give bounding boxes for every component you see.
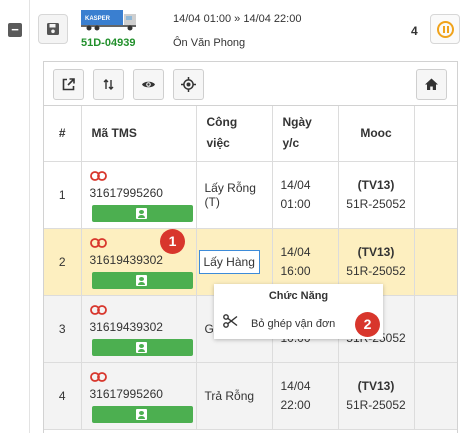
home-button[interactable] <box>416 69 447 100</box>
unlink-bill-label: Bỏ ghép vận đơn <box>251 318 336 330</box>
date-day: 14/04 <box>280 378 311 393</box>
extra-cell <box>414 161 457 229</box>
tms-cell: 31619439302 <box>81 295 197 363</box>
table-header-row: # Mã TMS Công việc Ngày y/c Mooc <box>44 106 457 162</box>
link-icon[interactable] <box>89 237 107 248</box>
target-icon <box>181 77 196 92</box>
driver-card-icon <box>135 207 147 219</box>
mooc-plate: 51R-25052 <box>346 196 406 211</box>
table-row[interactable]: 4 31617995260 Trả Rỗng 14/04 22:00 (TV13)… <box>44 362 457 430</box>
collapse-icon[interactable]: − <box>8 23 22 37</box>
tms-number: 31619439302 <box>89 252 163 267</box>
locate-button[interactable] <box>173 69 204 100</box>
tms-number: 31617995260 <box>89 185 163 200</box>
tms-driver-bar[interactable] <box>91 271 193 289</box>
eye-icon <box>142 81 155 88</box>
work-line2: (T) <box>204 194 220 209</box>
svg-text:KASPER: KASPER <box>85 16 111 22</box>
column-header-date: Ngày y/c <box>272 106 339 162</box>
mooc-plate: 51R-25052 <box>346 397 406 412</box>
mooc-code: (TV13) <box>357 378 395 393</box>
mooc-plate: 51R-25052 <box>346 263 406 278</box>
column-header-work: Công việc <box>196 106 273 162</box>
header-date-line1: Ngày <box>282 115 312 130</box>
date-time: 16:00 <box>280 263 311 278</box>
tms-number: 31617995260 <box>89 386 163 401</box>
work-line1: Lấy Rỗng <box>204 180 256 195</box>
view-button[interactable] <box>133 69 164 100</box>
date-cell: 14/04 01:00 <box>272 161 339 229</box>
date-day: 14/04 <box>280 177 311 192</box>
scissors-icon <box>223 314 238 328</box>
extra-cell <box>414 228 457 296</box>
row-index: 1 <box>44 161 82 229</box>
tms-number: 31619439302 <box>89 319 163 334</box>
column-header-index: # <box>44 106 82 162</box>
header-date-line2: y/c <box>282 136 300 151</box>
date-time: 01:00 <box>280 196 311 211</box>
date-time: 22:00 <box>280 397 311 412</box>
tms-cell: 31617995260 <box>81 362 197 430</box>
trip-table: # Mã TMS Công việc Ngày y/c Mooc 1 3161799… <box>44 106 457 430</box>
mooc-code: (TV13) <box>357 244 395 259</box>
trip-detail-panel: # Mã TMS Công việc Ngày y/c Mooc 1 3161799… <box>43 61 458 433</box>
header-work-line1: Công <box>206 115 238 130</box>
pause-icon <box>437 21 454 38</box>
row-index: 2 <box>44 228 82 296</box>
row-index: 3 <box>44 295 82 363</box>
driver-card-icon <box>135 341 147 353</box>
tms-driver-bar[interactable] <box>91 338 193 356</box>
driver-card-icon <box>135 408 147 420</box>
sort-icon <box>103 79 114 90</box>
date-day: 14/04 <box>280 244 311 259</box>
home-icon <box>425 78 438 90</box>
tms-cell: 31617995260 <box>81 161 197 229</box>
date-cell: 14/04 22:00 <box>272 362 339 430</box>
trip-time-range: 14/04 01:00 » 14/04 22:00 <box>173 13 302 25</box>
header-work-line2: việc <box>206 136 230 151</box>
step-badge-1: 1 <box>160 229 185 254</box>
trip-count: 4 <box>411 24 418 38</box>
column-header-extra <box>414 106 457 162</box>
pause-button[interactable] <box>430 14 460 44</box>
tms-driver-bar[interactable] <box>91 204 193 222</box>
mooc-cell: (TV13) 51R-25052 <box>338 362 415 430</box>
trip-place: Ôn Văn Phong <box>173 37 246 49</box>
step-badge-2: 2 <box>355 312 380 337</box>
save-button[interactable] <box>38 14 68 44</box>
link-icon[interactable] <box>89 304 107 315</box>
vehicle-plate: 51D-04939 <box>81 37 136 49</box>
floppy-disk-icon <box>47 23 59 35</box>
work-line1: Trả Rỗng <box>204 388 255 403</box>
sort-button[interactable] <box>93 69 124 100</box>
column-header-mooc: Mooc <box>338 106 415 162</box>
extra-cell <box>414 295 457 363</box>
row-index: 4 <box>44 362 82 430</box>
column-header-tms: Mã TMS <box>81 106 197 162</box>
open-external-icon <box>62 78 75 91</box>
mooc-cell: (TV13) 51R-25052 <box>338 161 415 229</box>
tms-driver-bar[interactable] <box>91 405 193 423</box>
truck-icon: KASPER <box>81 10 136 31</box>
extra-cell <box>414 362 457 430</box>
mooc-code: (TV13) <box>357 177 395 192</box>
work-cell[interactable]: Trả Rỗng <box>196 362 273 430</box>
work-cell[interactable]: Lấy Rỗng (T) <box>196 161 273 229</box>
table-row[interactable]: 1 31617995260 Lấy Rỗng (T) 14/04 01:00 (TV… <box>44 161 457 229</box>
link-icon[interactable] <box>89 170 107 181</box>
open-external-button[interactable] <box>53 69 84 100</box>
driver-card-icon <box>135 274 147 286</box>
row-expander-column: − <box>0 0 30 433</box>
link-icon[interactable] <box>89 371 107 382</box>
panel-toolbar <box>44 62 457 106</box>
work-input-box[interactable]: Lấy Hàng <box>198 249 260 274</box>
context-menu-title: Chức Năng <box>268 290 329 302</box>
